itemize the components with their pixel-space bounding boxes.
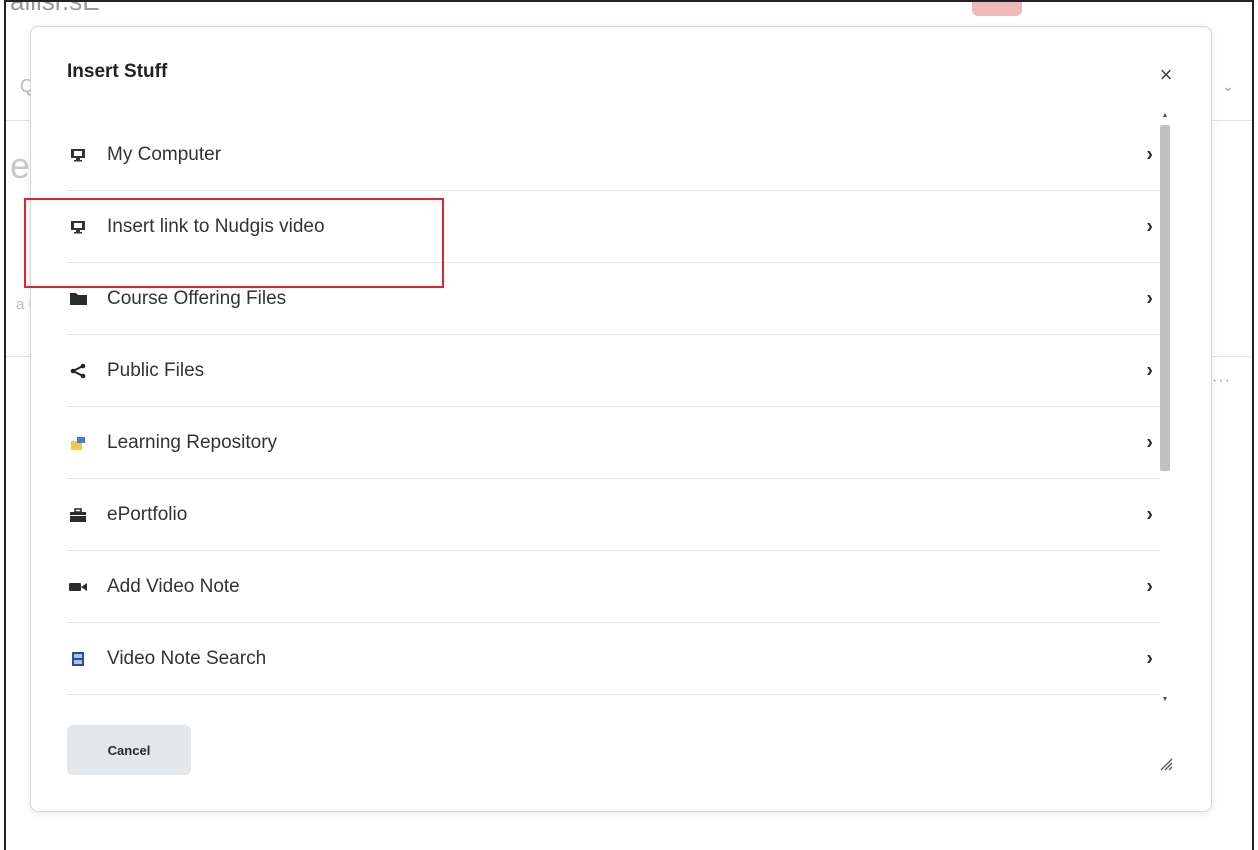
share-icon [69,362,87,380]
scroll-down-arrow-icon[interactable]: ▼ [1160,695,1170,705]
list-item-label: Public Files [107,359,205,381]
monitor-icon [69,146,87,164]
monitor-icon [69,218,87,236]
background-chevron-icon: ⌄ [1222,78,1234,94]
background-badge [972,0,1022,16]
video-search-icon [69,650,87,668]
resize-handle-icon[interactable] [1159,757,1173,771]
list-item-label: Learning Repository [107,431,278,453]
video-camera-icon [69,578,87,596]
list-item-label: Course Offering Files [107,287,287,309]
chevron-right-icon: › [1146,647,1153,669]
background-divider [1212,356,1252,357]
list-item-label: My Computer [107,143,222,165]
list-item-label: ePortfolio [107,503,188,525]
cancel-button[interactable]: Cancel [67,725,191,775]
chevron-right-icon: › [1146,359,1153,381]
list-item-label: Insert link to Nudgis video [107,215,325,237]
folder-icon [69,290,87,308]
background-heading-fragment: e [10,145,31,186]
background-more-icon: ··· [1212,372,1231,389]
list-item-add-video-note[interactable]: Add Video Note › [67,551,1159,623]
repository-icon [69,434,87,452]
chevron-right-icon: › [1146,431,1153,453]
list-item-learning-repository[interactable]: Learning Repository › [67,407,1159,479]
list-item-video-note-search[interactable]: Video Note Search › [67,623,1159,695]
briefcase-icon [69,506,87,524]
insert-source-list: My Computer › Insert link to Nudgis vide… [67,119,1159,705]
background-divider [1212,120,1252,121]
chevron-right-icon: › [1146,215,1153,237]
background-divider [6,120,30,121]
chevron-right-icon: › [1146,575,1153,597]
list-scrollbar[interactable]: ▲ ▼ [1157,109,1173,707]
scroll-up-arrow-icon[interactable]: ▲ [1160,111,1170,121]
close-icon: × [1159,62,1173,87]
close-button[interactable]: × [1154,63,1178,87]
list-item-public-files[interactable]: Public Files › [67,335,1159,407]
list-item-label: Video Note Search [107,647,267,669]
chevron-right-icon: › [1146,143,1153,165]
list-item-eportfolio[interactable]: ePortfolio › [67,479,1159,551]
chevron-right-icon: › [1146,503,1153,525]
list-item-my-computer[interactable]: My Computer › [67,119,1159,191]
list-item-label: Add Video Note [107,575,240,597]
chevron-right-icon: › [1146,287,1153,309]
dialog-title: Insert Stuff [67,61,168,82]
insert-stuff-dialog: Insert Stuff × My Computer › Insert link… [30,26,1212,812]
background-page-title: alllsr.sE [10,0,100,16]
list-item-insert-link-nudgis[interactable]: Insert link to Nudgis video › [67,191,1159,263]
list-item-course-offering-files[interactable]: Course Offering Files › [67,263,1159,335]
scrollbar-thumb[interactable] [1160,125,1170,471]
background-divider [6,356,30,357]
